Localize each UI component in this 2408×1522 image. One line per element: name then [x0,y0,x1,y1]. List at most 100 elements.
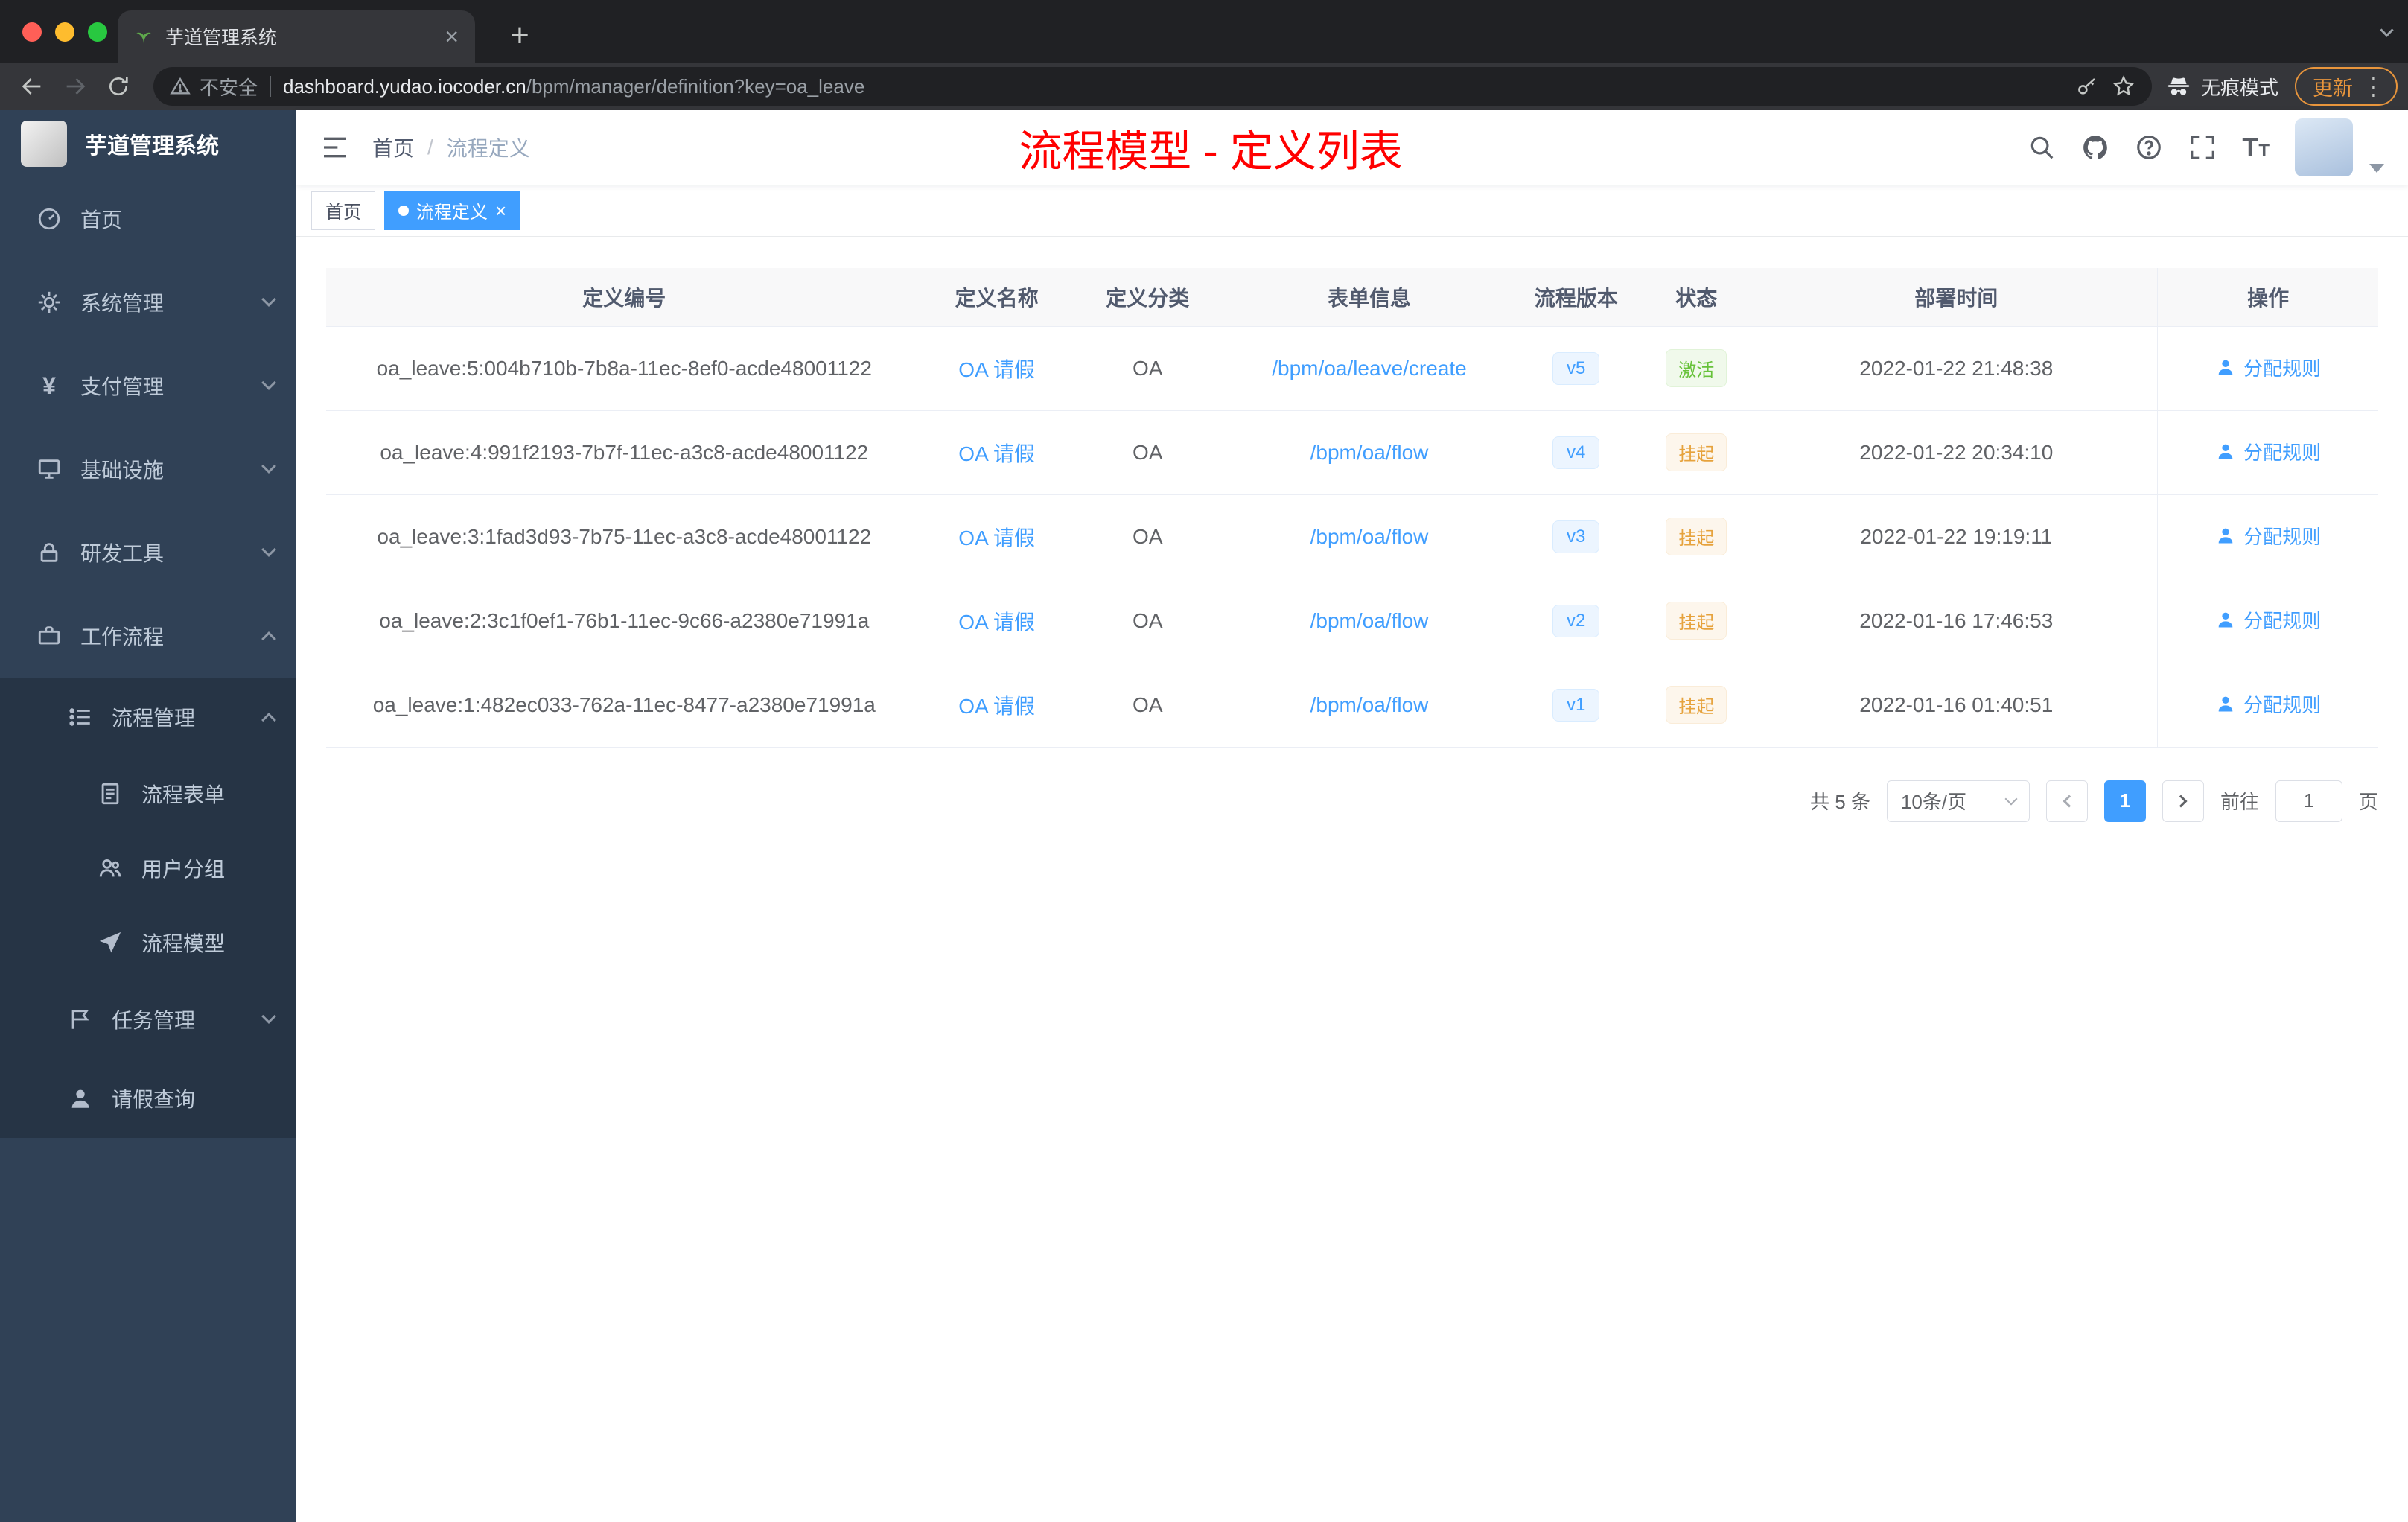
sidebar-item-process-management[interactable]: 流程管理 [0,678,296,757]
version-badge: v1 [1552,688,1600,722]
page-size-select[interactable]: 10条/页 [1886,780,2030,822]
form-link[interactable]: /bpm/oa/flow [1310,441,1429,464]
navbar-actions: TT [2028,118,2384,176]
sidebar-item-infrastructure[interactable]: 基础设施 [0,427,296,511]
reload-icon[interactable] [97,65,140,108]
tag-process-definition[interactable]: 流程定义 × [384,191,521,230]
forward-icon[interactable] [54,65,97,108]
assign-rule-link[interactable]: 分配规则 [2215,354,2321,381]
chevron-down-icon [261,375,276,390]
definition-name-link[interactable]: OA 请假 [958,526,1035,550]
sidebar-item-process-model[interactable]: 流程模型 [0,905,296,980]
cell-definition-id: oa_leave:4:991f2193-7b7f-11ec-a3c8-acde4… [326,410,923,495]
sidebar-item-leave-query[interactable]: 请假查询 [0,1059,296,1138]
assign-rule-link[interactable]: 分配规则 [2215,690,2321,718]
definition-name-link[interactable]: OA 请假 [958,611,1035,634]
cell-deploy-time: 2022-01-16 17:46:53 [1755,579,2158,663]
form-link[interactable]: /bpm/oa/flow [1310,525,1429,548]
hamburger-icon[interactable] [320,133,350,162]
sidebar-item-task-management[interactable]: 任务管理 [0,980,296,1059]
briefcase-icon [34,621,64,651]
assign-rule-link[interactable]: 分配规则 [2215,522,2321,550]
chevron-up-icon [261,713,276,727]
table-row: oa_leave:1:482ec033-762a-11ec-8477-a2380… [326,663,2378,748]
bookmark-star-icon[interactable] [2112,74,2135,98]
tags-view-bar: 首页 流程定义 × [296,185,2408,237]
definition-name-link[interactable]: OA 请假 [958,358,1035,381]
sidebar-item-label: 支付管理 [80,375,165,398]
form-link[interactable]: /bpm/oa/leave/create [1272,357,1467,380]
sidebar-item-home[interactable]: 首页 [0,177,296,261]
form-link[interactable]: /bpm/oa/flow [1310,609,1429,632]
column-header-form: 表单信息 [1223,268,1515,327]
tag-home[interactable]: 首页 [311,191,375,230]
tab-search-chevron-icon[interactable] [2380,23,2394,39]
sidebar-item-payment[interactable]: ¥ 支付管理 [0,344,296,427]
tag-close-icon[interactable]: × [495,201,506,220]
version-badge: v3 [1552,520,1600,553]
search-icon[interactable] [2028,133,2056,162]
gauge-icon [34,204,64,234]
sidebar-item-process-form[interactable]: 流程表单 [0,757,296,831]
status-badge: 挂起 [1666,686,1727,724]
current-page-button[interactable]: 1 [2103,780,2146,822]
new-tab-button[interactable]: + [497,13,542,58]
definition-name-link[interactable]: OA 请假 [958,695,1035,718]
sidebar-item-system[interactable]: 系统管理 [0,261,296,344]
form-link[interactable]: /bpm/oa/flow [1310,693,1429,716]
avatar-caret-icon[interactable] [2369,164,2384,173]
app-title: 芋道管理系统 [85,134,219,159]
browser-update-button[interactable]: 更新 ⋮ [2295,67,2398,106]
active-tag-dot [398,205,409,216]
browser-tab[interactable]: 芋道管理系统 × [118,10,475,63]
address-bar[interactable]: 不安全 dashboard.yudao.iocoder.cn/bpm/manag… [153,67,2152,106]
cell-deploy-time: 2022-01-16 01:40:51 [1755,663,2158,748]
window-minimize-button[interactable] [55,22,74,42]
cell-actions: 分配规则 [2157,494,2378,579]
tag-label: 流程定义 [416,203,488,223]
chevron-down-icon [261,542,276,557]
sidebar-item-label: 系统管理 [80,292,165,315]
cell-actions: 分配规则 [2157,663,2378,748]
browser-menu-dots-icon[interactable]: ⋮ [2362,72,2386,101]
window-close-button[interactable] [22,22,42,42]
cell-category: OA [1071,410,1224,495]
password-key-icon[interactable] [2076,75,2098,98]
sidebar-item-dev-tools[interactable]: 研发工具 [0,511,296,594]
fullscreen-icon[interactable] [2188,133,2217,162]
assign-rule-link[interactable]: 分配规则 [2215,606,2321,634]
sidebar-item-label: 流程模型 [141,932,226,955]
assign-rule-link[interactable]: 分配规则 [2215,438,2321,465]
user-icon [2218,696,2233,712]
cell-category: OA [1071,494,1224,579]
incognito-badge: 无痕模式 [2165,73,2278,101]
user-avatar[interactable] [2295,118,2353,176]
help-icon[interactable] [2135,133,2163,162]
github-icon[interactable] [2081,133,2109,162]
window-zoom-button[interactable] [88,22,107,42]
sidebar-item-label: 研发工具 [80,542,165,565]
assign-rule-label: 分配规则 [2243,693,2322,716]
next-page-button[interactable] [2162,780,2204,822]
cell-version: v1 [1514,663,1638,748]
font-size-icon[interactable]: TT [2242,132,2270,163]
cell-category: OA [1071,326,1224,411]
url-domain: dashboard.yudao.iocoder.cn [283,74,526,98]
breadcrumb-home[interactable]: 首页 [372,133,414,162]
page-annotation: 流程模型 - 定义列表 [1019,127,1403,176]
prev-page-button[interactable] [2045,780,2088,822]
back-icon[interactable] [10,65,54,108]
goto-page-input[interactable] [2275,780,2342,822]
cell-definition-id: oa_leave:5:004b710b-7b8a-11ec-8ef0-acde4… [326,326,923,411]
goto-prefix: 前往 [2220,791,2259,813]
cell-actions: 分配规则 [2157,326,2378,411]
breadcrumb-separator: / [427,136,433,159]
definition-name-link[interactable]: OA 请假 [958,442,1035,465]
sidebar-item-label: 流程表单 [141,783,226,806]
top-navbar: 首页 / 流程定义 流程模型 - 定义列表 TT [296,110,2408,185]
security-label[interactable]: 不安全 [200,73,258,101]
tab-close-icon[interactable]: × [445,25,459,48]
column-header-name: 定义名称 [922,268,1071,327]
sidebar-item-user-group[interactable]: 用户分组 [0,831,296,905]
sidebar-item-workflow[interactable]: 工作流程 [0,594,296,678]
